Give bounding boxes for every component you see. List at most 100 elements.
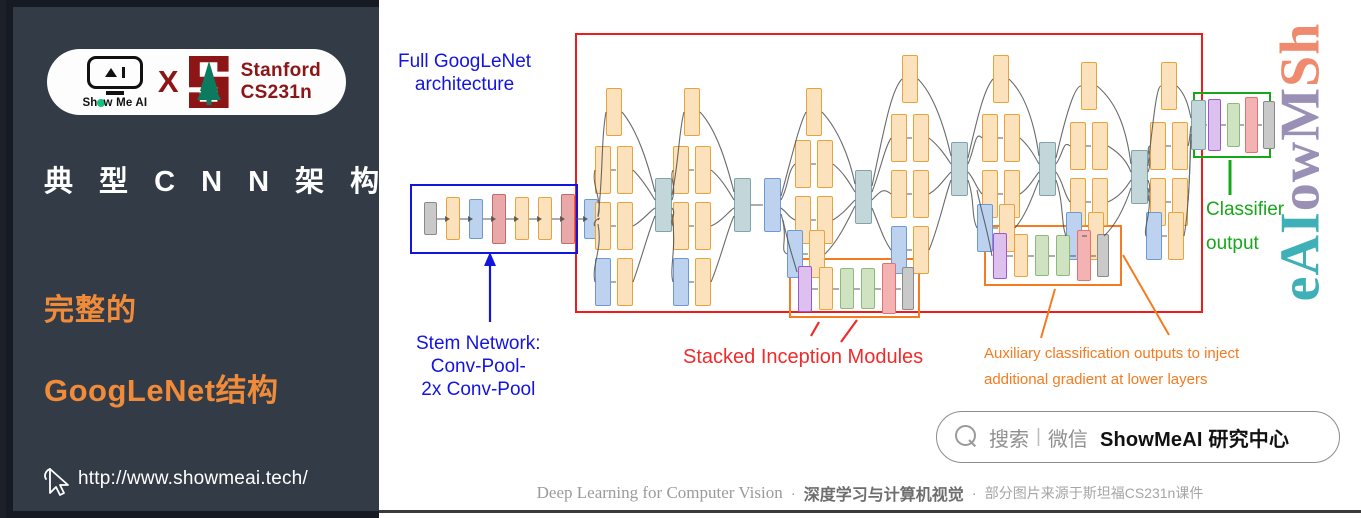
stanford-tree-icon xyxy=(188,56,229,108)
label-stem-line1: Stem Network: xyxy=(416,333,541,354)
stanford-wordmark: Stanford CS231n xyxy=(241,60,322,105)
classifier-fc xyxy=(1227,103,1240,147)
label-auxiliary-line1: Auxiliary classification outputs to inje… xyxy=(984,345,1240,362)
stem-block-conv-3 xyxy=(538,197,552,240)
aux1-conv xyxy=(819,267,833,310)
inc2-pool xyxy=(673,258,689,306)
inc4-conv-top xyxy=(902,55,918,103)
stem-block-norm-1 xyxy=(492,194,506,244)
inc4-depthconcat xyxy=(951,142,968,196)
inc5-depthconcat xyxy=(1039,142,1056,196)
classifier-softmax xyxy=(1245,97,1258,153)
inc5-conv-top xyxy=(993,55,1009,103)
search-brand: ShowMeAI 研究中心 xyxy=(1099,428,1290,451)
showmeai-watermark: eAIowMSh xyxy=(1268,22,1332,302)
watermark-seg-3: Sh xyxy=(1269,22,1331,87)
aux2-fc-1 xyxy=(1035,235,1049,276)
page-title: 典 型 C N N 架 构 xyxy=(44,166,389,198)
inc1-conv-b1 xyxy=(595,202,611,250)
aux1-softmax xyxy=(882,263,896,314)
aux1-fc-2 xyxy=(861,268,875,309)
classifier-avgpool xyxy=(1208,99,1221,151)
footer-dot-2: · xyxy=(971,484,977,502)
watermark-seg-1: eAI xyxy=(1269,211,1331,302)
label-full-architecture-line1: Full GoogLeNet xyxy=(398,51,532,72)
label-stacked-inception: Stacked Inception Modules xyxy=(683,346,924,368)
inc7-conv-a1 xyxy=(1150,122,1166,170)
aux2-fc-2 xyxy=(1056,235,1070,276)
inc5-pool xyxy=(977,204,993,252)
subtitle-line-1: 完整的 xyxy=(44,294,137,327)
stanford-line-2: CS231n xyxy=(240,82,313,103)
inc6-conv-top xyxy=(1081,62,1097,110)
inc6-conv-a1 xyxy=(1070,122,1086,170)
footer-chinese: 深度学习与计算机视觉 xyxy=(803,487,964,504)
stem-block-pool-1 xyxy=(469,199,483,239)
sidebar-bottom-rule xyxy=(6,511,385,518)
label-stem-network: Stem Network: Conv-Pool- 2x Conv-Pool xyxy=(416,332,541,402)
inc1-conv-a2 xyxy=(617,146,633,194)
wechat-search-bar[interactable]: 搜索 | 微信 ShowMeAI 研究中心 xyxy=(936,411,1340,463)
logo-x-separator: X xyxy=(157,64,179,99)
inc7-conv-c xyxy=(1168,212,1184,260)
label-auxiliary-outputs: Auxiliary classification outputs to inje… xyxy=(984,345,1239,390)
inc7-depthconcat xyxy=(1191,100,1206,150)
inc4-conv-b2 xyxy=(913,170,929,218)
inc1-conv-top xyxy=(606,88,622,136)
aux1-output xyxy=(902,267,914,310)
bar-icon xyxy=(121,66,126,78)
search-icon xyxy=(955,425,979,449)
slide-root: Sh w Me AI X Stanford CS231n 典 型 C N N 架 … xyxy=(0,0,1361,518)
robot-face-icon xyxy=(86,55,143,89)
sidebar: Sh w Me AI X Stanford CS231n 典 型 C N N 架 … xyxy=(0,0,389,518)
inc3-conv-a1 xyxy=(795,140,811,188)
inc2-conv-a1 xyxy=(673,146,689,194)
inc3-depthconcat xyxy=(855,170,872,224)
inc2-conv-top xyxy=(684,88,700,136)
inc1-conv-a1 xyxy=(595,146,611,194)
search-channel: 微信 xyxy=(1047,428,1088,451)
stanford-line-1: Stanford xyxy=(240,59,322,81)
label-stem-line2: Conv-Pool- xyxy=(430,356,526,378)
label-full-architecture-line2: architecture xyxy=(414,74,515,96)
inc4-conv-a1 xyxy=(891,114,907,162)
label-stem-line3: 2x Conv-Pool xyxy=(421,379,536,401)
stem-block-conv-1 xyxy=(446,197,460,240)
stem-block-input xyxy=(424,202,437,235)
sidebar-url[interactable]: http://www.showmeai.tech/ xyxy=(78,468,308,490)
inc2-conv-b1 xyxy=(673,202,689,250)
subtitle-line-2: GoogLeNet结构 xyxy=(44,373,279,408)
inc5-conv-a1 xyxy=(982,114,998,162)
inc4-conv-b1 xyxy=(891,170,907,218)
showmeai-wordmark: Sh w Me AI xyxy=(82,96,148,109)
label-auxiliary-line2: additional gradient at lower layers xyxy=(984,371,1208,389)
green-dot-icon xyxy=(96,98,105,107)
inc7-conv-a2 xyxy=(1172,122,1188,170)
footer-source: 部分图片来源于斯坦福CS231n课件 xyxy=(984,485,1204,501)
inc3-conv-a2 xyxy=(817,140,833,188)
footer: Deep Learning for Computer Vision · 深度学习… xyxy=(379,474,1361,512)
search-divider: | xyxy=(1036,426,1041,447)
inc2-maxpool xyxy=(764,178,781,232)
inc7-conv-top xyxy=(1161,62,1177,110)
inc1-pool xyxy=(595,258,611,306)
caret-icon xyxy=(104,67,117,77)
aux1-avgpool xyxy=(798,266,812,312)
inc4-conv-a2 xyxy=(913,114,929,162)
inc4-conv-c xyxy=(913,226,929,274)
aux1-fc-1 xyxy=(840,268,854,309)
robot-neck-icon xyxy=(105,91,124,95)
inc6-conv-a2 xyxy=(1092,122,1108,170)
inc1-conv-c xyxy=(617,258,633,306)
footer-dot-1: · xyxy=(790,484,796,502)
inc6-depthconcat xyxy=(1131,150,1148,204)
tree-trunk-icon xyxy=(206,94,212,105)
cursor-pointer-icon xyxy=(44,468,69,496)
inc7-pool xyxy=(1146,212,1162,260)
watermark-seg-2: owM xyxy=(1269,86,1331,212)
stem-block-conv-2 xyxy=(515,197,529,240)
logo-pill: Sh w Me AI X Stanford CS231n xyxy=(47,49,346,115)
inc1-conv-b2 xyxy=(617,202,633,250)
inc2-conv-c xyxy=(695,258,711,306)
aux2-avgpool xyxy=(993,233,1007,279)
